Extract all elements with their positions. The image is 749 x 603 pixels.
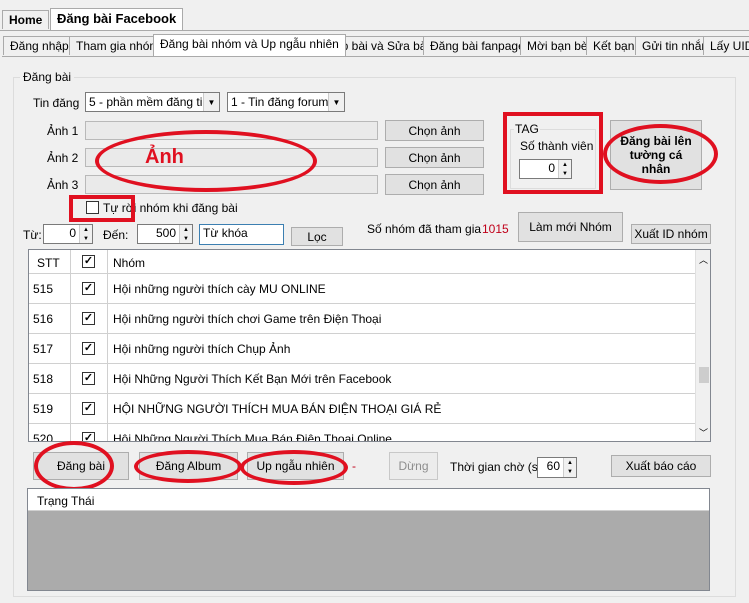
row-checkbox[interactable]: ✓ bbox=[82, 282, 95, 295]
export-report-button[interactable]: Xuất báo cáo bbox=[611, 455, 711, 477]
row-checkbox[interactable]: ✓ bbox=[82, 312, 95, 325]
post-select-value: 5 - phần mềm đăng tin l bbox=[89, 95, 216, 109]
tab-lay-uid[interactable]: Lấy UID bbox=[703, 36, 749, 55]
keyword-input[interactable]: Từ khóa bbox=[199, 224, 284, 245]
tab-dang-nhap[interactable]: Đăng nhập bbox=[3, 36, 76, 55]
top-tab-line bbox=[0, 30, 749, 31]
status-header: Trạng Thái bbox=[28, 489, 709, 511]
table-row[interactable]: 520 ✓ Hội Những Người Thích Mua Bán Điện T… bbox=[29, 424, 695, 442]
export-id-button[interactable]: Xuất ID nhóm bbox=[631, 224, 711, 244]
tab-tham-gia-nhom[interactable]: Tham gia nhóm bbox=[69, 36, 167, 55]
row-group-name: Hội Những Người Thích Mua Bán Điện Thoại… bbox=[113, 432, 392, 442]
row-checkbox[interactable]: ✓ bbox=[82, 372, 95, 385]
row-stt: 516 bbox=[33, 312, 54, 326]
spinner-arrows-icon[interactable]: ▲ ▼ bbox=[179, 225, 192, 243]
action-dash: - bbox=[352, 459, 356, 473]
tab-dang-bai-facebook[interactable]: Đăng bài Facebook bbox=[50, 8, 184, 30]
annotation-oval-images bbox=[95, 130, 317, 192]
scroll-thumb[interactable] bbox=[699, 367, 709, 383]
image2-label: Ảnh 2 bbox=[47, 151, 79, 165]
tab-dang-bai-nhom[interactable]: Đăng bài nhóm và Up ngẫu nhiên bbox=[153, 34, 346, 56]
status-panel: Trạng Thái bbox=[27, 488, 710, 591]
joined-groups-count: 1015 bbox=[482, 222, 509, 236]
table-row[interactable]: 515 ✓ Hội những người thích cày MU ONLINE bbox=[29, 274, 695, 304]
row-stt: 520 bbox=[33, 432, 54, 442]
choose-image1-button[interactable]: Chọn ảnh bbox=[385, 120, 484, 141]
from-value: 0 bbox=[69, 226, 76, 240]
forum-select-value: 1 - Tin đăng forum c bbox=[231, 95, 338, 109]
annotation-oval-post bbox=[34, 441, 114, 491]
annotation-oval-album bbox=[134, 450, 242, 483]
tab-home[interactable]: Home bbox=[2, 10, 50, 29]
image3-label: Ảnh 3 bbox=[47, 178, 79, 192]
annotation-anh-text: Ảnh bbox=[145, 146, 184, 168]
chevron-down-icon[interactable]: ﹀ bbox=[699, 426, 708, 439]
from-label: Từ: bbox=[23, 228, 42, 242]
annotation-rect-checkbox bbox=[69, 195, 135, 222]
image1-label: Ảnh 1 bbox=[47, 124, 79, 138]
vertical-scrollbar[interactable]: ︿ ﹀ bbox=[695, 250, 710, 441]
chevron-up-icon[interactable]: ︿ bbox=[699, 253, 708, 266]
table-row[interactable]: 518 ✓ Hội Những Người Thích Kết Bạn Mới tr… bbox=[29, 364, 695, 394]
row-checkbox[interactable]: ✓ bbox=[82, 432, 95, 441]
header-nhom: Nhóm bbox=[113, 256, 146, 270]
tin-dang-label: Tin đăng bbox=[33, 96, 80, 110]
annotation-oval-wall bbox=[603, 124, 718, 184]
tab-ket-ban[interactable]: Kết bạn bbox=[586, 36, 642, 55]
row-stt: 518 bbox=[33, 372, 54, 386]
table-row[interactable]: 519 ✓ HỘI NHỮNG NGƯỜI THÍCH MUA BÁN ĐIỆN T… bbox=[29, 394, 695, 424]
row-group-name: Hội những người thích cày MU ONLINE bbox=[113, 282, 326, 296]
stop-button[interactable]: Dừng bbox=[389, 452, 438, 480]
header-divider bbox=[70, 250, 71, 274]
forum-select[interactable]: 1 - Tin đăng forum c ▼ bbox=[227, 92, 345, 112]
filter-button[interactable]: Lọc bbox=[291, 227, 343, 246]
wait-time-label: Thời gian chờ (s) bbox=[450, 460, 542, 474]
annotation-oval-random bbox=[240, 450, 348, 485]
row-group-name: Hội những người thích chơi Game trên Điệ… bbox=[113, 312, 382, 326]
table-header: STT ✓ Nhóm bbox=[29, 250, 695, 274]
row-stt: 519 bbox=[33, 402, 54, 416]
tab-dang-bai-fanpage[interactable]: Đăng bài fanpage bbox=[423, 36, 532, 55]
header-stt: STT bbox=[37, 256, 60, 270]
wait-time-input[interactable]: 60 ▲ ▼ bbox=[537, 457, 577, 478]
table-row[interactable]: 516 ✓ Hội những người thích chơi Game trên… bbox=[29, 304, 695, 334]
spinner-arrows-icon[interactable]: ▲ ▼ bbox=[79, 225, 92, 243]
row-stt: 515 bbox=[33, 282, 54, 296]
row-stt: 517 bbox=[33, 342, 54, 356]
tab-moi-ban-be[interactable]: Mời bạn bè bbox=[520, 36, 595, 55]
table-row[interactable]: 517 ✓ Hội những người thích Chụp Ảnh bbox=[29, 334, 695, 364]
header-divider bbox=[107, 250, 108, 274]
choose-image2-button[interactable]: Chọn ảnh bbox=[385, 147, 484, 168]
to-input[interactable]: 500 ▲ ▼ bbox=[137, 224, 193, 244]
groups-table: STT ✓ Nhóm 515 ✓ Hội những người thích cày… bbox=[28, 249, 711, 442]
choose-image3-button[interactable]: Chọn ảnh bbox=[385, 174, 484, 195]
row-checkbox[interactable]: ✓ bbox=[82, 342, 95, 355]
refresh-groups-button[interactable]: Làm mới Nhóm bbox=[518, 212, 623, 242]
post-select[interactable]: 5 - phần mềm đăng tin l ▼ bbox=[85, 92, 220, 112]
wait-time-value: 60 bbox=[546, 459, 560, 473]
to-label: Đến: bbox=[103, 228, 129, 242]
row-checkbox[interactable]: ✓ bbox=[82, 402, 95, 415]
row-group-name: Hội Những Người Thích Kết Bạn Mới trên F… bbox=[113, 372, 392, 386]
status-header-label: Trạng Thái bbox=[37, 494, 95, 508]
from-input[interactable]: 0 ▲ ▼ bbox=[43, 224, 93, 244]
row-group-name: HỘI NHỮNG NGƯỜI THÍCH MUA BÁN ĐIỆN THOẠI… bbox=[113, 402, 442, 416]
spinner-arrows-icon[interactable]: ▲ ▼ bbox=[563, 458, 576, 477]
chevron-down-icon: ▼ bbox=[328, 93, 344, 111]
select-all-checkbox[interactable]: ✓ bbox=[82, 255, 95, 268]
joined-groups-label: Số nhóm đã tham gia bbox=[367, 222, 482, 236]
group-title: Đăng bài bbox=[20, 70, 75, 84]
annotation-rect-tag bbox=[503, 112, 603, 194]
row-group-name: Hội những người thích Chụp Ảnh bbox=[113, 342, 291, 356]
chevron-down-icon: ▼ bbox=[203, 93, 219, 111]
to-value: 500 bbox=[155, 226, 176, 240]
